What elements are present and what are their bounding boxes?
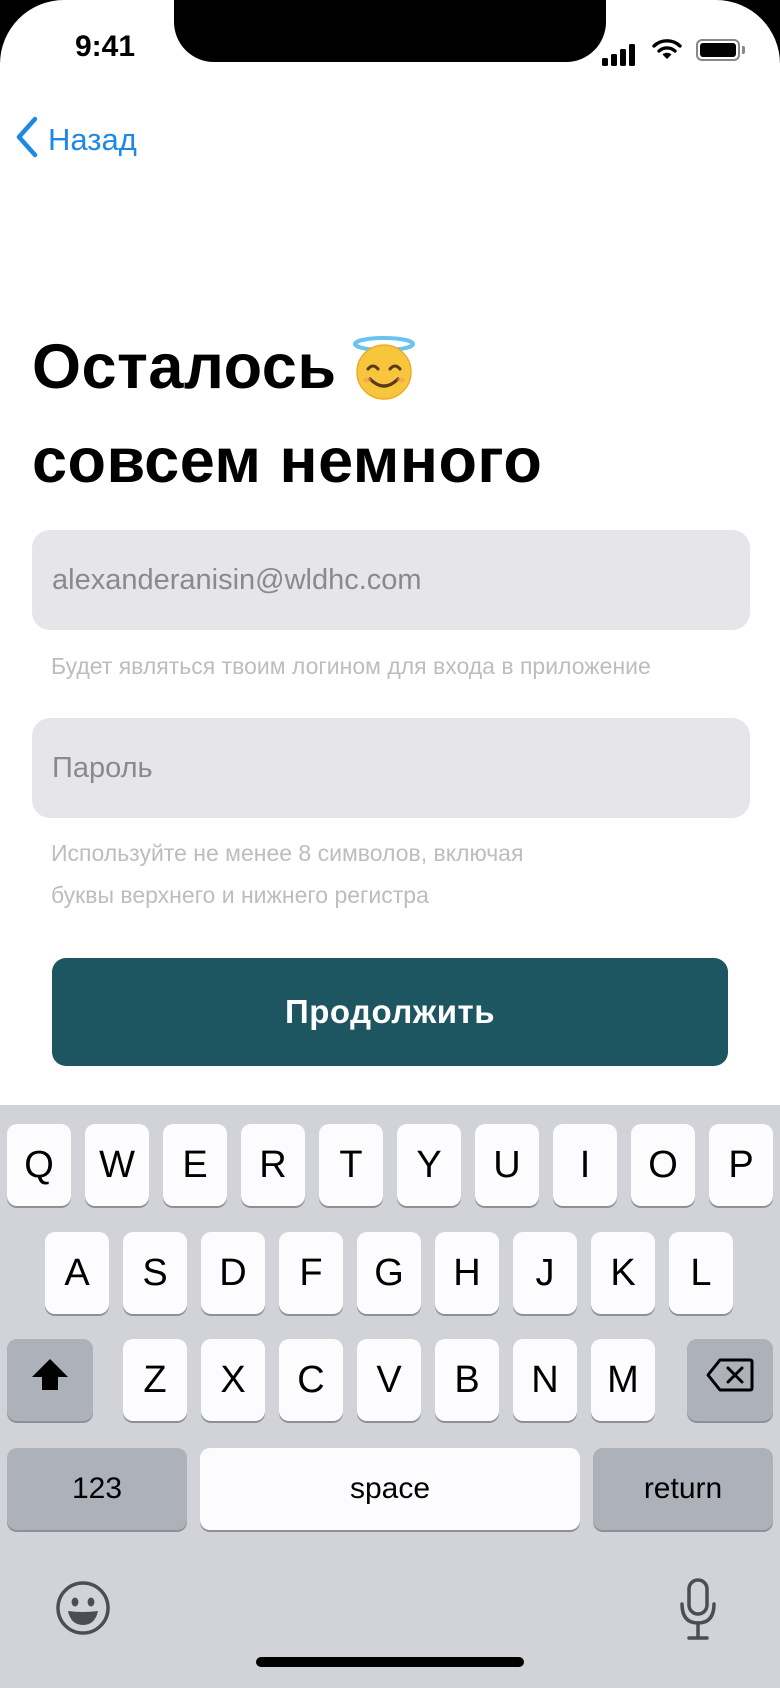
key-q[interactable]: Q [7, 1124, 71, 1206]
key-u[interactable]: U [475, 1124, 539, 1206]
microphone-icon[interactable] [674, 1575, 722, 1645]
back-button[interactable]: Назад [14, 116, 137, 163]
key-b[interactable]: B [435, 1339, 499, 1421]
key-p[interactable]: P [709, 1124, 773, 1206]
key-x[interactable]: X [201, 1339, 265, 1421]
chevron-left-icon [14, 116, 40, 163]
back-label: Назад [48, 121, 137, 157]
keyboard: QWERTYUIOP ASDFGHJKL ZXCVBNM 123 space r… [0, 1105, 780, 1688]
key-e[interactable]: E [163, 1124, 227, 1206]
email-field[interactable] [32, 530, 750, 630]
key-m[interactable]: M [591, 1339, 655, 1421]
delete-backspace-icon [706, 1358, 754, 1402]
key-w[interactable]: W [85, 1124, 149, 1206]
shift-icon [30, 1357, 70, 1403]
wifi-icon [652, 38, 682, 65]
app-screen: 9:41 Назад Осталось совсем немного alexa… [0, 0, 780, 1688]
password-field[interactable] [32, 718, 750, 818]
shift-key[interactable] [7, 1339, 93, 1421]
password-hint-line-2: буквы верхнего и нижнего регистра [51, 882, 429, 908]
key-t[interactable]: T [319, 1124, 383, 1206]
emoji-face-icon[interactable] [52, 1577, 114, 1639]
numbers-key[interactable]: 123 [7, 1448, 187, 1530]
password-hint-line-1: Используйте не менее 8 символов, включая [51, 840, 524, 866]
key-y[interactable]: Y [397, 1124, 461, 1206]
page-title: Осталось совсем немного [32, 326, 542, 502]
key-l[interactable]: L [669, 1232, 733, 1314]
key-v[interactable]: V [357, 1339, 421, 1421]
key-f[interactable]: F [279, 1232, 343, 1314]
key-o[interactable]: O [631, 1124, 695, 1206]
continue-button[interactable]: Продолжить [52, 958, 728, 1066]
key-i[interactable]: I [553, 1124, 617, 1206]
battery-icon [696, 39, 745, 61]
key-a[interactable]: A [45, 1232, 109, 1314]
delete-key[interactable] [687, 1339, 773, 1421]
key-k[interactable]: K [591, 1232, 655, 1314]
status-time: 9:41 [74, 30, 136, 63]
key-d[interactable]: D [201, 1232, 265, 1314]
email-input[interactable] [52, 530, 722, 630]
password-input[interactable] [52, 718, 722, 818]
title-line-2: совсем немного [32, 426, 543, 496]
key-z[interactable]: Z [123, 1339, 187, 1421]
space-key[interactable]: space [200, 1448, 580, 1530]
key-j[interactable]: J [513, 1232, 577, 1314]
key-c[interactable]: C [279, 1339, 343, 1421]
smiling-face-with-halo-icon [351, 336, 417, 420]
email-hint: Будет являться твоим логином для входа в… [51, 653, 651, 679]
key-s[interactable]: S [123, 1232, 187, 1314]
notch [174, 0, 606, 62]
key-r[interactable]: R [241, 1124, 305, 1206]
password-hint: Используйте не менее 8 символов, включая… [51, 832, 751, 916]
title-line-1: Осталось [32, 332, 337, 402]
status-icons [602, 36, 747, 66]
key-n[interactable]: N [513, 1339, 577, 1421]
return-key[interactable]: return [593, 1448, 773, 1530]
key-h[interactable]: H [435, 1232, 499, 1314]
home-indicator [256, 1657, 524, 1667]
key-g[interactable]: G [357, 1232, 421, 1314]
